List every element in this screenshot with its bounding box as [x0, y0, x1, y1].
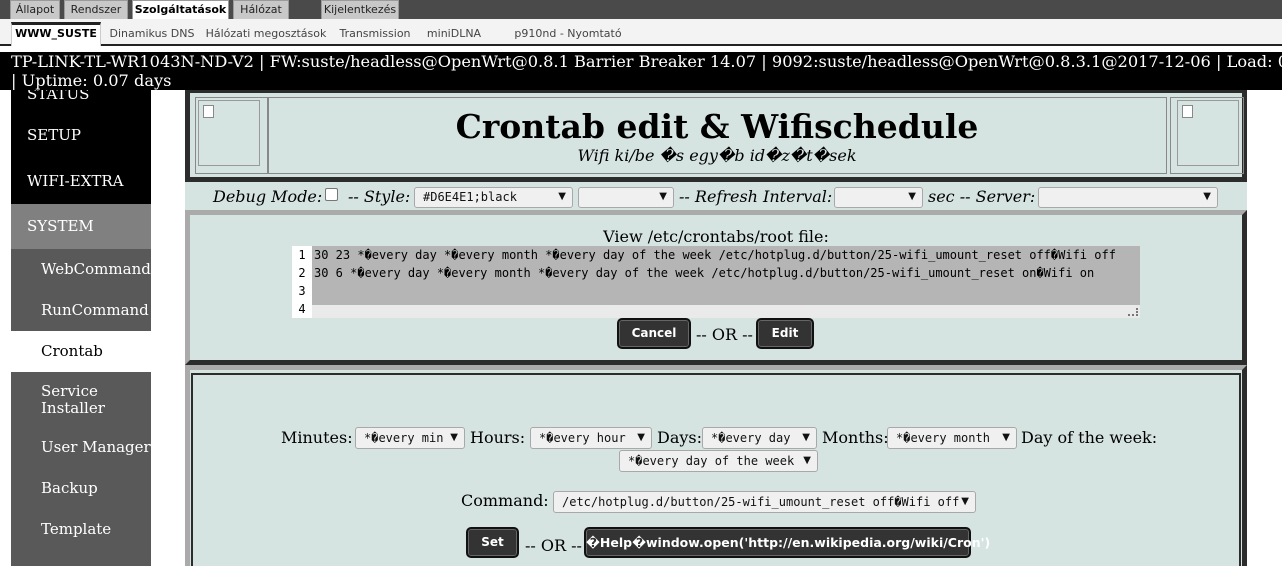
style-select-2[interactable]: ▼ [578, 187, 674, 208]
minutes-label: Minutes: [281, 428, 353, 447]
style-select[interactable]: #D6E4E1;black ▼ [414, 187, 573, 208]
tab-halozat[interactable]: Hálózat [233, 0, 289, 19]
sidebar-item-wifi-extra[interactable]: WIFI-EXTRA [11, 161, 151, 202]
months-select[interactable]: *�every month ▼ [887, 427, 1017, 449]
chevron-down-icon: ▼ [637, 432, 645, 443]
chevron-down-icon: ▼ [802, 432, 810, 443]
tab-allapot[interactable]: Állapot [10, 0, 60, 19]
text-area-scrollbar[interactable] [312, 305, 1140, 318]
chevron-down-icon: ▼ [961, 496, 969, 507]
tab-kijelentkezes[interactable]: Kijelentkezés [321, 0, 399, 19]
command-select[interactable]: /etc/hotplug.d/button/25-wifi_umount_res… [553, 491, 976, 513]
day-of-week-select-value: *�every day of the week [628, 454, 795, 468]
broken-image-glyph [203, 105, 214, 118]
months-label: Months: [822, 428, 889, 447]
line-number: 4 [298, 302, 306, 316]
sidebar-item-service-installer[interactable]: Service Installer [11, 372, 151, 427]
chevron-down-icon: ▼ [1002, 432, 1010, 443]
style-label: -- Style: [348, 187, 411, 206]
crontab-text-area[interactable]: 1 2 3 4 30 23 *�every day *�every month … [292, 246, 1140, 318]
debug-mode-label: Debug Mode: [213, 187, 323, 206]
router-info-bar: TP-LINK-TL-WR1043N-ND-V2 | FW:suste/head… [0, 52, 1282, 90]
line-number: 1 [298, 248, 306, 262]
command-label: Command: [461, 491, 549, 510]
subtab-p910nd[interactable]: p910nd - Nyomtató szerver [494, 22, 642, 64]
page-subtitle: Wifi ki/be �s egy�b id�z�t�sek [577, 146, 857, 165]
debug-mode-checkbox[interactable] [325, 188, 338, 201]
chevron-down-icon: ▼ [450, 432, 458, 443]
day-of-week-label: Day of the week: [1021, 428, 1158, 447]
sidebar-item-more [11, 550, 151, 566]
broken-image-glyph-right [1182, 105, 1193, 118]
logo-right-frame [1170, 97, 1244, 174]
hours-select[interactable]: *�every hour ▼ [530, 427, 652, 449]
subtab-dinamikus-dns[interactable]: Dinamikus DNS [107, 22, 197, 46]
server-select[interactable]: ▼ [1038, 187, 1218, 208]
days-label: Days: [657, 428, 703, 447]
page-title: Crontab edit & Wifischedule [455, 107, 979, 146]
edit-button[interactable]: Edit [756, 318, 814, 349]
minutes-select-value: *�every min [364, 431, 444, 445]
info-line-1: TP-LINK-TL-WR1043N-ND-V2 | FW:suste/head… [11, 52, 1282, 71]
logo-left-frame [195, 97, 269, 174]
sidebar-item-webcommander[interactable]: WebCommander [11, 249, 151, 290]
settings-bar: Debug Mode: -- Style: #D6E4E1;black ▼ ▼ -… [185, 182, 1247, 210]
sidebar-item-status[interactable]: STATUS [11, 90, 151, 105]
top-tab-bar: Állapot Rendszer Szolgáltatások Hálózat … [0, 0, 1282, 19]
sidebar-item-user-manager[interactable]: User Manager [11, 427, 151, 468]
sidebar-item-runcommand[interactable]: RunCommand [11, 290, 151, 331]
sub-tab-bar: WWW_SUSTE Dinamikus DNS Hálózati megoszt… [0, 19, 1282, 64]
view-file-title: View /etc/crontabs/root file: [603, 227, 829, 246]
hours-select-value: *�every hour [539, 431, 626, 445]
chevron-down-icon: ▼ [558, 191, 566, 202]
or-separator: -- OR -- [696, 325, 753, 344]
resize-grip-icon[interactable] [1128, 308, 1138, 316]
schedule-panel: Minutes: *�every min ▼ Hours: *�every hou… [185, 365, 1247, 566]
crontab-line: 30 6 *�every day *�every month *�every d… [314, 266, 1095, 280]
subtab-minidlna[interactable]: miniDLNA [422, 22, 486, 46]
line-number-gutter: 1 2 3 4 [292, 246, 312, 318]
subtab-transmission[interactable]: Transmission [336, 22, 414, 46]
title-frame: Crontab edit & Wifischedule Wifi ki/be �… [267, 97, 1167, 174]
set-button[interactable]: Set [466, 527, 519, 558]
months-select-value: *�every month [896, 431, 990, 445]
subtab-www-suste[interactable]: WWW_SUSTE [11, 22, 101, 46]
days-select-value: *�every day [711, 431, 791, 445]
info-line-2: | Uptime: 0.07 days [11, 71, 172, 90]
refresh-interval-select[interactable]: ▼ [834, 187, 923, 208]
minutes-select[interactable]: *�every min ▼ [355, 427, 465, 449]
line-number: 2 [298, 266, 306, 280]
chevron-down-icon: ▼ [1203, 191, 1211, 202]
style-select-value: #D6E4E1;black [423, 190, 517, 204]
sidebar-item-template[interactable]: Template [11, 509, 151, 550]
broken-image-icon [198, 100, 260, 166]
server-label: sec -- Server: [928, 187, 1036, 206]
view-crontab-panel: View /etc/crontabs/root file: 1 2 3 4 30… [185, 210, 1247, 365]
chevron-down-icon: ▼ [908, 191, 916, 202]
sidebar-item-system[interactable]: SYSTEM [11, 204, 151, 249]
sidebar-item-crontab[interactable]: Crontab [11, 331, 151, 372]
crontab-line: 30 23 *�every day *�every month *�every … [314, 248, 1116, 262]
sidebar-item-backup[interactable]: Backup [11, 468, 151, 509]
refresh-interval-label: -- Refresh Interval: [679, 187, 833, 206]
or-separator-2: -- OR -- [525, 536, 582, 555]
command-select-value: /etc/hotplug.d/button/25-wifi_umount_res… [562, 495, 960, 509]
help-button[interactable]: �Help�window.open('http://en.wikipedia.o… [584, 527, 990, 558]
days-select[interactable]: *�every day ▼ [702, 427, 817, 449]
chevron-down-icon: ▼ [659, 191, 667, 202]
sidebar: STATUS SETUP WIFI-EXTRA SYSTEM WebComman… [11, 90, 151, 566]
tab-szolgaltatasok[interactable]: Szolgáltatások [132, 0, 229, 19]
header-panel: Crontab edit & Wifischedule Wifi ki/be �… [185, 90, 1247, 182]
subtab-halozati-megosztasok[interactable]: Hálózati megosztások [204, 22, 328, 46]
cancel-button[interactable]: Cancel [617, 318, 691, 349]
broken-image-icon-right [1177, 100, 1239, 166]
hours-label: Hours: [470, 428, 526, 447]
tab-rendszer[interactable]: Rendszer [64, 0, 128, 19]
chevron-down-icon: ▼ [803, 455, 811, 466]
day-of-week-select[interactable]: *�every day of the week ▼ [619, 450, 818, 472]
sidebar-item-setup[interactable]: SETUP [11, 115, 151, 156]
line-number: 3 [298, 284, 306, 298]
